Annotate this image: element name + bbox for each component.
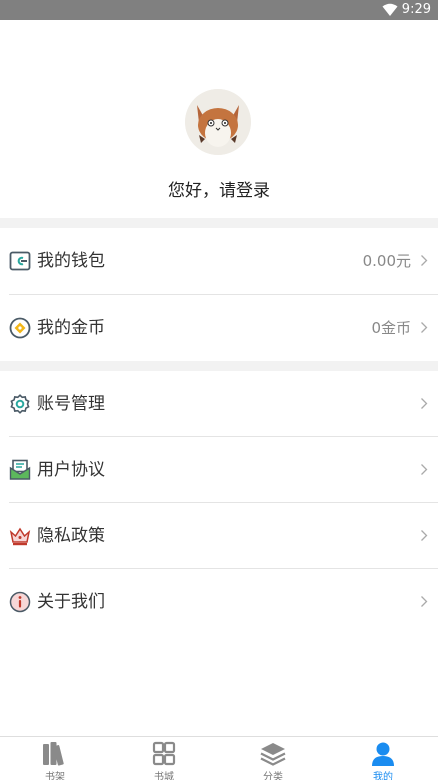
menu-item-privacy[interactable]: 隐私政策 <box>0 503 438 569</box>
fox-avatar-icon <box>185 89 251 155</box>
tab-label: 我的 <box>373 772 393 780</box>
wallet-icon <box>9 251 31 271</box>
profile-header: 您好，请登录 <box>0 20 438 218</box>
wallet-label: 我的钱包 <box>37 251 105 271</box>
bookshelf-icon <box>43 742 64 766</box>
wallet-balance: 0.00元 <box>362 252 411 270</box>
chevron-right-icon <box>421 530 428 541</box>
tab-bookstore[interactable]: 书城 <box>109 737 219 780</box>
agreement-label: 用户协议 <box>37 460 105 480</box>
status-bar: 9:29 <box>0 0 438 20</box>
chevron-right-icon <box>421 596 428 607</box>
section-gap <box>0 218 438 228</box>
category-layers-icon <box>260 743 286 766</box>
crown-icon <box>9 527 31 546</box>
bottom-tab-bar: 书架 书城 分类 我的 <box>0 736 438 780</box>
bookstore-icon <box>152 741 176 766</box>
status-time: 9:29 <box>401 2 431 17</box>
login-prompt[interactable]: 您好，请登录 <box>0 176 438 201</box>
menu-item-wallet[interactable]: 我的钱包 0.00元 <box>0 228 438 294</box>
chevron-right-icon <box>421 322 428 333</box>
coins-label: 我的金币 <box>37 318 105 338</box>
tab-bookshelf[interactable]: 书架 <box>0 737 110 780</box>
chevron-right-icon <box>421 255 428 266</box>
user-icon <box>372 742 394 766</box>
tab-label: 分类 <box>263 772 283 780</box>
wifi-icon <box>382 3 398 16</box>
chevron-right-icon <box>421 464 428 475</box>
tab-label: 书城 <box>154 772 174 780</box>
coins-balance: 0金币 <box>371 319 411 337</box>
tab-category[interactable]: 分类 <box>218 737 328 780</box>
section-gap <box>0 361 438 371</box>
account-label: 账号管理 <box>37 394 105 414</box>
menu-item-account[interactable]: 账号管理 <box>0 371 438 437</box>
tab-mine[interactable]: 我的 <box>328 737 438 780</box>
privacy-label: 隐私政策 <box>37 526 105 546</box>
chevron-right-icon <box>421 398 428 409</box>
info-icon <box>9 591 31 613</box>
menu-item-coins[interactable]: 我的金币 0金币 <box>0 295 438 361</box>
gear-icon <box>10 394 30 414</box>
menu-item-agreement[interactable]: 用户协议 <box>0 437 438 503</box>
menu-item-about[interactable]: 关于我们 <box>0 569 438 635</box>
avatar[interactable] <box>185 89 251 155</box>
coin-icon <box>9 317 31 339</box>
tab-label: 书架 <box>45 772 65 780</box>
about-label: 关于我们 <box>37 592 105 612</box>
document-envelope-icon <box>9 459 31 480</box>
